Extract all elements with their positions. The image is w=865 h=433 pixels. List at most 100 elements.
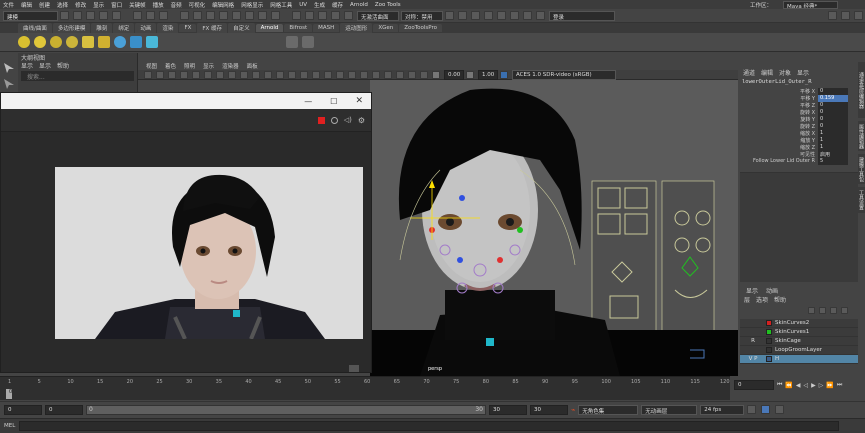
grid-icon[interactable] <box>180 70 188 79</box>
render-view-icon[interactable] <box>510 11 519 20</box>
step-back-key-icon[interactable]: ⏪ <box>785 382 792 389</box>
shelf-tab-mash[interactable]: MASH <box>313 24 340 32</box>
menu-mesh-tools[interactable]: 网格工具 <box>270 1 292 9</box>
command-input[interactable] <box>19 421 840 431</box>
channel-value[interactable]: 启用 <box>818 151 848 158</box>
layer-flags[interactable]: R <box>740 338 766 344</box>
menu-key[interactable]: 关键帧 <box>129 1 146 9</box>
time-slider[interactable]: 1 5 10 15 20 25 30 35 40 45 50 55 60 65 70 75 80 85 90 95 10… <box>0 376 730 400</box>
backface-culling-icon[interactable] <box>408 70 416 79</box>
select-dynamic-icon[interactable] <box>245 11 254 20</box>
snap-view-icon[interactable] <box>331 11 340 20</box>
snap-point-icon[interactable] <box>318 11 327 20</box>
viewport-3d[interactable]: persp <box>370 80 738 376</box>
layer-move-up-icon[interactable] <box>808 307 815 314</box>
render-frame-icon[interactable] <box>458 11 467 20</box>
standard-surface-icon[interactable] <box>114 36 126 48</box>
channel-row[interactable]: 缩放 Z1 <box>740 144 865 151</box>
channel-row[interactable]: 平移 Y 0.159 <box>740 95 865 102</box>
layer-flags[interactable]: V P <box>740 356 766 362</box>
motion-blur-icon[interactable] <box>348 70 356 79</box>
script-language-label[interactable]: MEL <box>4 423 15 429</box>
xray-joints-icon[interactable] <box>396 70 404 79</box>
shelf-tab-curves[interactable]: 曲线/曲面 <box>18 23 52 33</box>
select-misc-icon[interactable] <box>271 11 280 20</box>
menu-edit[interactable]: 编辑 <box>21 1 32 9</box>
menu-file[interactable]: 文件 <box>3 1 14 9</box>
arnold-render-icon[interactable] <box>523 11 532 20</box>
photometric-light-icon[interactable] <box>98 36 110 48</box>
shelf-tab-bifrost[interactable]: Bifrost <box>284 24 313 32</box>
playback-end-field[interactable]: 30 <box>489 404 527 415</box>
anti-aliasing-icon[interactable] <box>360 70 368 79</box>
menu-zoo-tools[interactable]: Zoo Tools <box>375 2 401 8</box>
safe-action-icon[interactable] <box>240 70 248 79</box>
smooth-shade-icon[interactable] <box>276 70 284 79</box>
layer-color-swatch[interactable] <box>766 329 772 335</box>
stop-render-icon[interactable] <box>317 116 325 124</box>
range-slider[interactable]: 0 30 <box>86 404 486 415</box>
use-all-lights-icon[interactable] <box>312 70 320 79</box>
new-layer-selected-icon[interactable] <box>841 307 848 314</box>
step-back-icon[interactable]: ◀ <box>796 382 801 389</box>
toggle-channel-box-icon[interactable] <box>854 11 863 20</box>
select-curve-icon[interactable] <box>206 11 215 20</box>
menu-cache[interactable]: 缓存 <box>332 1 343 9</box>
channel-value[interactable]: 0 <box>818 88 848 95</box>
channel-row[interactable]: Follow Lower Lid Outer R5 <box>740 158 865 165</box>
wireframe-icon[interactable] <box>264 70 272 79</box>
anim-prefs-icon[interactable] <box>775 405 785 414</box>
layer-row[interactable]: LoopGroomLayer <box>740 346 858 355</box>
isolate-select-icon[interactable] <box>372 70 380 79</box>
channel-row[interactable]: 平移 Z0 <box>740 102 865 109</box>
step-forward-key-icon[interactable]: ⏩ <box>826 382 833 389</box>
field-chart-icon[interactable] <box>228 70 236 79</box>
side-tab-channel-box[interactable]: 通道盒/层编辑器 <box>858 62 865 118</box>
camera-icon[interactable] <box>536 11 545 20</box>
toggle-modeling-toolkit-icon[interactable] <box>828 11 837 20</box>
select-hierarchy-icon[interactable] <box>133 11 142 20</box>
layer-move-down-icon[interactable] <box>819 307 826 314</box>
menu-visualize[interactable]: 可视化 <box>189 1 206 9</box>
shelf-tab-animation[interactable]: 动画 <box>135 23 157 33</box>
area-light-icon[interactable] <box>50 36 62 48</box>
menu-arnold[interactable]: Arnold <box>350 2 368 8</box>
close-icon[interactable]: ✕ <box>355 96 363 106</box>
render-settings-gear-icon[interactable]: ⚙ <box>358 116 365 125</box>
open-scene-icon[interactable] <box>73 11 82 20</box>
shelf-tab-sculpt[interactable]: 雕刻 <box>91 23 113 33</box>
channel-value[interactable]: 0 <box>818 102 848 109</box>
step-forward-icon[interactable]: ▷ <box>819 382 824 389</box>
shelf-tab-fx-cache[interactable]: FX 缓存 <box>197 23 228 33</box>
menu-generate[interactable]: 生成 <box>314 1 325 9</box>
auto-keyframe-icon[interactable] <box>761 405 771 414</box>
audio-icon[interactable]: ◁) <box>344 116 352 124</box>
bookmark-icon[interactable] <box>156 70 164 79</box>
menu-window[interactable]: 窗口 <box>111 1 122 9</box>
layer-color-swatch[interactable] <box>766 338 772 344</box>
vp-menu-panels[interactable]: 面板 <box>247 62 258 70</box>
select-tool-icon[interactable] <box>4 63 14 73</box>
safe-title-icon[interactable] <box>252 70 260 79</box>
channel-row[interactable]: 缩放 Y1 <box>740 137 865 144</box>
layer-tab-anim[interactable]: 动画 <box>766 286 778 295</box>
toggle-attribute-editor-icon[interactable] <box>841 11 850 20</box>
minimize-icon[interactable]: — <box>304 97 312 106</box>
layer-color-swatch[interactable] <box>766 356 772 362</box>
render-settings-icon[interactable] <box>484 11 493 20</box>
ipr-shelf-icon[interactable] <box>302 36 314 48</box>
image-plane-icon[interactable] <box>168 70 176 79</box>
menu-set-dropdown[interactable]: 建模 <box>3 10 58 21</box>
channel-value[interactable]: 1 <box>818 130 848 137</box>
side-tab-tool-settings[interactable]: 工具设置 <box>858 187 865 213</box>
shelf-tab-rendering[interactable]: 渲染 <box>157 23 179 33</box>
history-icon[interactable] <box>445 11 454 20</box>
lasso-tool-icon[interactable] <box>4 79 14 89</box>
side-tab-attribute-editor[interactable]: 属性编辑器 <box>858 121 865 151</box>
animation-end-field[interactable]: 30 <box>530 404 568 415</box>
shelf-tab-fx[interactable]: FX <box>179 24 197 32</box>
mesh-light-icon[interactable] <box>82 36 94 48</box>
channel-value[interactable]: 0 <box>818 116 848 123</box>
fps-dropdown[interactable]: 24 fps <box>700 404 745 415</box>
shelf-tab-arnold[interactable]: Arnold <box>255 24 284 32</box>
